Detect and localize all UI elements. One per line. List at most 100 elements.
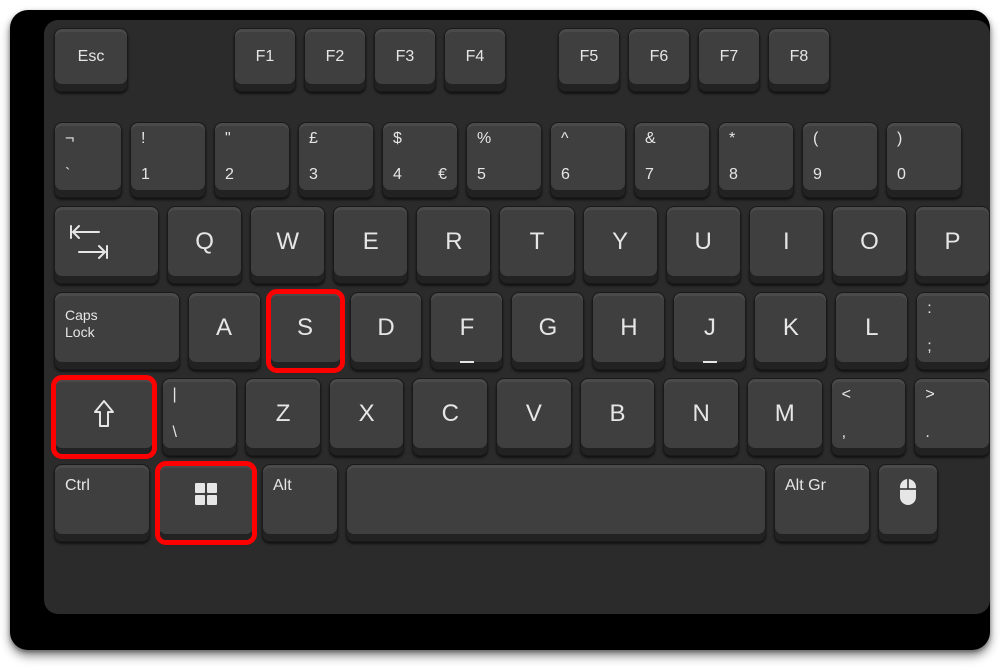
key-g[interactable]: G <box>511 292 584 370</box>
key-j[interactable]: J <box>673 292 746 370</box>
key-z[interactable]: Z <box>245 378 321 456</box>
keyboard-diagram: Esc F1 F2 F3 F4 F5 F6 F7 F8 ¬ ` ! 1 " <box>10 10 990 650</box>
key-top: ¬ <box>65 131 74 147</box>
key-f7[interactable]: F7 <box>698 28 760 92</box>
key-top: £ <box>309 131 318 147</box>
key-m[interactable]: M <box>747 378 823 456</box>
key-bottom: 8 <box>729 167 738 183</box>
key-h[interactable]: H <box>592 292 665 370</box>
key-k[interactable]: K <box>754 292 827 370</box>
key-8[interactable]: * 8 <box>718 122 794 198</box>
key-top: % <box>477 131 491 147</box>
func-gap <box>514 28 550 92</box>
key-f4[interactable]: F4 <box>444 28 506 92</box>
key-e[interactable]: E <box>333 206 408 284</box>
key-b[interactable]: B <box>580 378 656 456</box>
key-top: ^ <box>561 131 569 147</box>
key-d[interactable]: D <box>350 292 423 370</box>
key-esc[interactable]: Esc <box>54 28 128 92</box>
key-y[interactable]: Y <box>583 206 658 284</box>
number-row: ¬ ` ! 1 " 2 £ 3 $ 4 € % 5 <box>44 122 990 198</box>
key-bottom: \ <box>173 425 177 441</box>
modifier-row: Ctrl Alt Alt Gr <box>44 464 990 542</box>
key-p[interactable]: P <box>915 206 990 284</box>
key-4[interactable]: $ 4 € <box>382 122 458 198</box>
key-menu[interactable] <box>878 464 938 542</box>
key-semicolon[interactable]: : ; <box>916 292 990 370</box>
key-shift-left[interactable] <box>54 378 154 456</box>
key-2[interactable]: " 2 <box>214 122 290 198</box>
key-r[interactable]: R <box>416 206 491 284</box>
key-tab[interactable] <box>54 206 159 284</box>
key-backslash[interactable]: | \ <box>162 378 238 456</box>
key-bottom: 2 <box>225 167 234 183</box>
tab-icon <box>65 220 113 264</box>
func-spacer <box>136 28 226 92</box>
key-a[interactable]: A <box>188 292 261 370</box>
key-bottom: ` <box>65 167 70 183</box>
key-top: " <box>225 131 231 147</box>
home-bump-icon <box>460 361 474 363</box>
home-bump-icon <box>703 361 717 363</box>
key-letter: F <box>460 314 475 342</box>
keyboard-board: Esc F1 F2 F3 F4 F5 F6 F7 F8 ¬ ` ! 1 " <box>44 20 990 614</box>
mouse-icon <box>897 477 919 507</box>
key-f6[interactable]: F6 <box>628 28 690 92</box>
key-period[interactable]: > . <box>914 378 990 456</box>
key-top: | <box>173 387 177 403</box>
key-i[interactable]: I <box>749 206 824 284</box>
key-bottom: 6 <box>561 167 570 183</box>
key-l[interactable]: L <box>835 292 908 370</box>
key-backtick[interactable]: ¬ ` <box>54 122 122 198</box>
key-f3[interactable]: F3 <box>374 28 436 92</box>
key-6[interactable]: ^ 6 <box>550 122 626 198</box>
key-top: : <box>927 301 931 317</box>
key-altgr[interactable]: Alt Gr <box>774 464 870 542</box>
key-alt-left[interactable]: Alt <box>262 464 338 542</box>
key-f5[interactable]: F5 <box>558 28 620 92</box>
key-q[interactable]: Q <box>167 206 242 284</box>
key-windows[interactable] <box>158 464 254 542</box>
key-3[interactable]: £ 3 <box>298 122 374 198</box>
key-f[interactable]: F <box>430 292 503 370</box>
key-bottom: ; <box>927 339 931 355</box>
asdf-row: Caps Lock A S D F G H J K L : ; <box>44 292 990 370</box>
key-c[interactable]: C <box>412 378 488 456</box>
key-f8[interactable]: F8 <box>768 28 830 92</box>
key-bottom: 1 <box>141 167 150 183</box>
key-n[interactable]: N <box>663 378 739 456</box>
key-top: $ <box>393 131 402 147</box>
key-top: > <box>925 387 934 403</box>
key-bottom: 3 <box>309 167 318 183</box>
key-1[interactable]: ! 1 <box>130 122 206 198</box>
key-bottom: 4 <box>393 167 402 183</box>
key-top: * <box>729 131 735 147</box>
key-7[interactable]: & 7 <box>634 122 710 198</box>
key-o[interactable]: O <box>832 206 907 284</box>
key-9[interactable]: ( 9 <box>802 122 878 198</box>
key-bottom: , <box>842 425 846 441</box>
key-comma[interactable]: < , <box>831 378 907 456</box>
key-bottom: 0 <box>897 167 906 183</box>
key-f2[interactable]: F2 <box>304 28 366 92</box>
key-s[interactable]: S <box>269 292 342 370</box>
key-0[interactable]: ) 0 <box>886 122 962 198</box>
zxcv-row: | \ Z X C V B N M < , > . <box>44 378 990 456</box>
key-right: € <box>438 167 447 183</box>
key-letter: J <box>704 314 716 342</box>
key-w[interactable]: W <box>250 206 325 284</box>
shift-arrow-icon <box>92 398 116 430</box>
key-capslock[interactable]: Caps Lock <box>54 292 180 370</box>
key-f1[interactable]: F1 <box>234 28 296 92</box>
key-t[interactable]: T <box>499 206 574 284</box>
key-u[interactable]: U <box>666 206 741 284</box>
key-5[interactable]: % 5 <box>466 122 542 198</box>
key-ctrl-left[interactable]: Ctrl <box>54 464 150 542</box>
key-v[interactable]: V <box>496 378 572 456</box>
key-top: < <box>842 387 851 403</box>
key-x[interactable]: X <box>329 378 405 456</box>
key-bottom: . <box>925 425 929 441</box>
key-space[interactable] <box>346 464 766 542</box>
key-top: ! <box>141 131 145 147</box>
key-top: & <box>645 131 656 147</box>
